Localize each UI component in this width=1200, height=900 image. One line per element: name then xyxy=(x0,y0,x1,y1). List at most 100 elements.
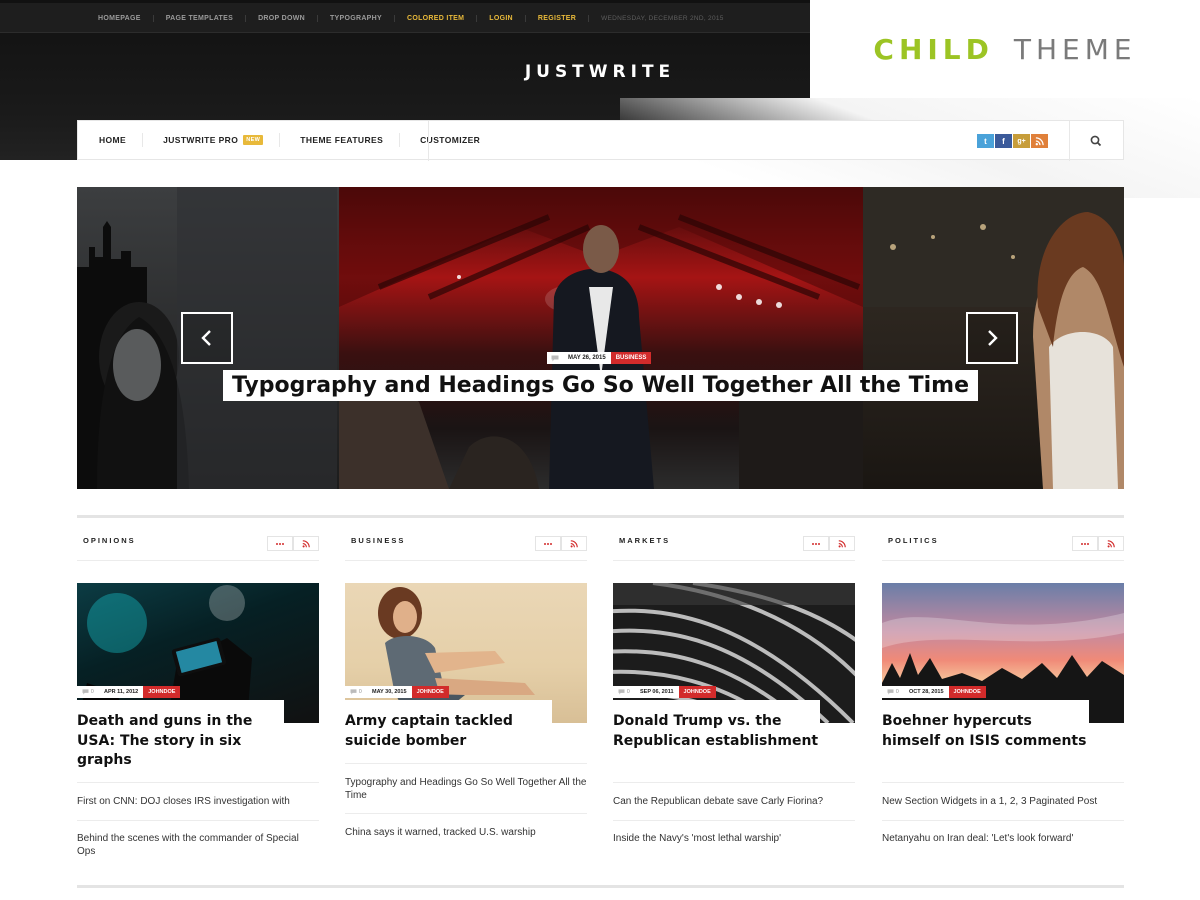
main-nav: HOME JUSTWRITE PRO NEW THEME FEATURES CUS… xyxy=(77,120,1124,161)
slide-date: MAY 26, 2015 xyxy=(563,352,611,364)
top-link-register[interactable]: REGISTER xyxy=(526,14,590,22)
column-title[interactable]: OPINIONS xyxy=(83,536,136,545)
nav-item-home[interactable]: HOME xyxy=(78,133,144,147)
slider-prev-button[interactable] xyxy=(181,312,233,364)
top-bar-date: WEDNESDAY, DECEMBER 2ND, 2015 xyxy=(601,14,724,22)
chevron-right-icon xyxy=(988,330,998,346)
column-header: OPINIONS xyxy=(77,530,319,561)
new-badge: NEW xyxy=(243,135,264,145)
rss-icon xyxy=(302,539,310,547)
column-title[interactable]: MARKETS xyxy=(619,536,670,545)
rss-button[interactable] xyxy=(561,536,587,551)
column-header: POLITICS xyxy=(882,530,1124,561)
page: HOMEPAGE PAGE TEMPLATES DROP DOWN TYPOGR… xyxy=(0,0,1200,900)
author-badge[interactable]: JOHNDOE xyxy=(948,686,986,698)
facebook-icon[interactable]: f xyxy=(995,134,1012,148)
twitter-icon[interactable]: t xyxy=(977,134,994,148)
comment-icon xyxy=(82,689,89,695)
slide-meta: MAY 26, 2015 BUSINESS xyxy=(547,352,652,364)
author-badge[interactable]: JOHNDOE xyxy=(143,686,181,698)
article-date: SEP 06, 2011 xyxy=(635,686,679,698)
related-link[interactable]: Can the Republican debate save Carly Fio… xyxy=(613,795,855,808)
divider xyxy=(77,820,319,821)
related-link[interactable]: China says it warned, tracked U.S. warsh… xyxy=(345,826,587,839)
related-link[interactable]: Netanyahu on Iran deal: 'Let's look forw… xyxy=(882,832,1124,845)
comment-icon xyxy=(547,352,563,364)
top-bar: HOMEPAGE PAGE TEMPLATES DROP DOWN TYPOGR… xyxy=(0,3,810,33)
article-headline[interactable]: Death and guns in the USA: The story in … xyxy=(77,700,284,779)
more-dots-icon xyxy=(276,542,284,545)
nav-item-justwrite-pro[interactable]: JUSTWRITE PRO NEW xyxy=(143,133,281,147)
top-link-colored-item[interactable]: COLORED ITEM xyxy=(395,14,478,22)
child-theme-badge: CHILD THEME xyxy=(810,0,1200,98)
nav-item-theme-features[interactable]: THEME FEATURES xyxy=(280,133,401,147)
slider-next-button[interactable] xyxy=(966,312,1018,364)
hero-slider: MAY 26, 2015 BUSINESS Typography and Hea… xyxy=(77,187,1124,489)
slide-title-text: Typography and Headings Go So Well Toget… xyxy=(223,370,978,401)
top-link-typography[interactable]: TYPOGRAPHY xyxy=(318,14,395,22)
rss-button[interactable] xyxy=(1098,536,1124,551)
top-link-homepage[interactable]: HOMEPAGE xyxy=(86,14,154,22)
comment-count: 0 xyxy=(613,686,635,698)
comment-icon xyxy=(618,689,625,695)
column-buttons xyxy=(535,536,587,551)
column-header: MARKETS xyxy=(613,530,855,561)
slide-title[interactable]: Typography and Headings Go So Well Toget… xyxy=(77,367,1124,404)
article-meta: 0 OCT 28, 2015 JOHNDOE xyxy=(882,686,986,698)
more-button[interactable] xyxy=(803,536,829,551)
column-title[interactable]: POLITICS xyxy=(888,536,939,545)
top-link-login[interactable]: LOGIN xyxy=(477,14,526,22)
related-link[interactable]: Typography and Headings Go So Well Toget… xyxy=(345,776,587,802)
more-button[interactable] xyxy=(267,536,293,551)
related-link[interactable]: Inside the Navy's 'most lethal warship' xyxy=(613,832,855,845)
column-title[interactable]: BUSINESS xyxy=(351,536,405,545)
divider xyxy=(882,820,1124,821)
top-link-page-templates[interactable]: PAGE TEMPLATES xyxy=(154,14,247,22)
google-plus-icon[interactable]: g+ xyxy=(1013,134,1030,148)
chevron-left-icon xyxy=(201,330,211,346)
nav-divider xyxy=(428,121,429,161)
top-bar-links: HOMEPAGE PAGE TEMPLATES DROP DOWN TYPOGR… xyxy=(86,3,736,33)
related-link[interactable]: First on CNN: DOJ closes IRS investigati… xyxy=(77,795,319,808)
related-link[interactable]: New Section Widgets in a 1, 2, 3 Paginat… xyxy=(882,795,1124,808)
category-column-markets: MARKETS 0 SEP 06, 2011 JOHNDOE Donald Tr… xyxy=(613,530,855,844)
category-column-politics: POLITICS 0 OCT 28, 2015 JOHNDOE Boehner … xyxy=(882,530,1124,844)
social-links: t f g+ xyxy=(977,134,1048,148)
article-date: APR 11, 2012 xyxy=(99,686,144,698)
author-badge[interactable]: JOHNDOE xyxy=(678,686,716,698)
more-button[interactable] xyxy=(535,536,561,551)
badge-word-child: CHILD xyxy=(873,32,994,66)
comment-count-value: 0 xyxy=(626,689,630,695)
rss-button[interactable] xyxy=(293,536,319,551)
top-link-drop-down[interactable]: DROP DOWN xyxy=(246,14,318,22)
more-dots-icon xyxy=(812,542,820,545)
slide-category-badge[interactable]: BUSINESS xyxy=(610,352,652,364)
column-header: BUSINESS xyxy=(345,530,587,561)
author-badge[interactable]: JOHNDOE xyxy=(411,686,449,698)
divider xyxy=(882,782,1124,783)
search-icon[interactable] xyxy=(1089,134,1103,148)
column-buttons xyxy=(1072,536,1124,551)
rss-icon[interactable] xyxy=(1031,134,1048,148)
comment-count: 0 xyxy=(882,686,904,698)
article-headline[interactable]: Army captain tackled suicide bomber xyxy=(345,700,552,759)
section-divider-top xyxy=(77,515,1124,518)
rss-icon xyxy=(570,539,578,547)
rss-icon xyxy=(1107,539,1115,547)
rss-icon xyxy=(838,539,846,547)
comment-count-value: 0 xyxy=(358,689,362,695)
column-buttons xyxy=(267,536,319,551)
rss-button[interactable] xyxy=(829,536,855,551)
more-button[interactable] xyxy=(1072,536,1098,551)
category-column-opinions: OPINIONS 0 APR 11, 2012 JOHNDOE Death an… xyxy=(77,530,319,857)
article-headline[interactable]: Donald Trump vs. the Republican establis… xyxy=(613,700,820,759)
more-dots-icon xyxy=(1081,542,1089,545)
nav-item-customizer[interactable]: CUSTOMIZER xyxy=(400,133,496,147)
article-meta: 0 APR 11, 2012 JOHNDOE xyxy=(77,686,181,698)
related-link[interactable]: Behind the scenes with the commander of … xyxy=(77,832,319,858)
category-column-business: BUSINESS 0 MAY 30, 2015 JOHNDOE Army cap… xyxy=(345,530,587,838)
article-headline[interactable]: Boehner hypercuts himself on ISIS commen… xyxy=(882,700,1089,759)
comment-count: 0 xyxy=(345,686,367,698)
nav-item-label: HOME xyxy=(99,135,127,145)
comment-count-value: 0 xyxy=(895,689,899,695)
